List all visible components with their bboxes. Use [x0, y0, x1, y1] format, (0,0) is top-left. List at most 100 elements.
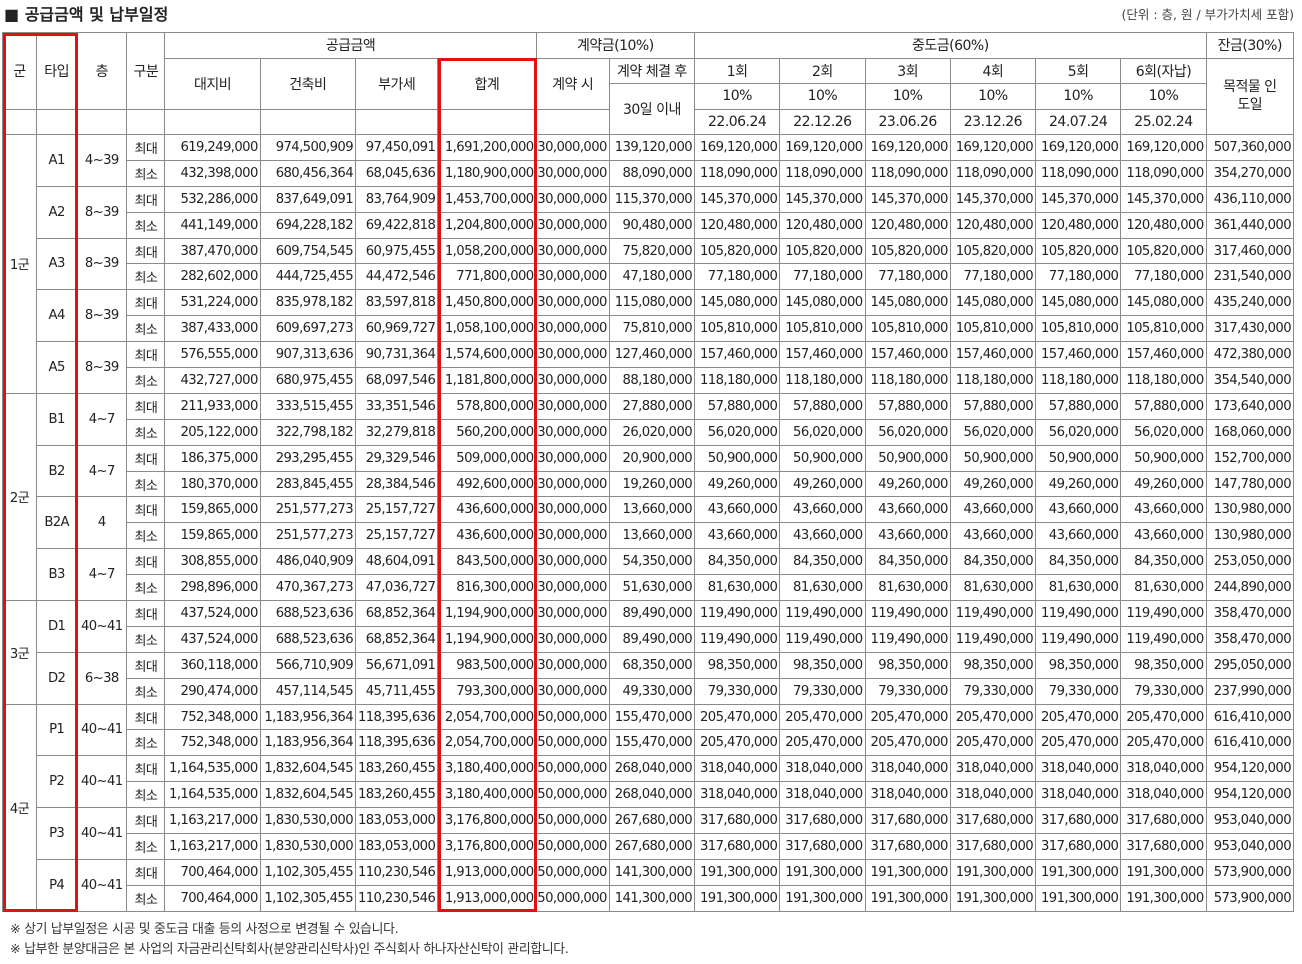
- amount-cell: 486,040,909: [259, 548, 357, 576]
- kind-cell: 최소: [126, 211, 166, 239]
- amount-cell: 88,090,000: [608, 159, 696, 187]
- type-cell: A5: [36, 341, 78, 394]
- floor-cell: 40~41: [76, 703, 128, 757]
- amount-cell: 837,649,091: [259, 185, 357, 213]
- kind-cell: 최대: [126, 600, 166, 627]
- table-row: 최소 441,149,000 694,228,182 69,422,818 1,204,…: [3, 211, 1295, 239]
- amount-cell: 173,640,000: [1205, 392, 1295, 420]
- amount-cell: 1,181,800,000: [437, 367, 537, 394]
- kind-cell: 최대: [126, 703, 166, 731]
- amount-cell: 205,470,000: [1035, 729, 1122, 757]
- amount-cell: 295,050,000: [1205, 651, 1295, 679]
- amount-cell: 88,180,000: [608, 367, 696, 394]
- amount-cell: 1,574,600,000: [437, 341, 537, 369]
- amount-cell: 573,900,000: [1205, 858, 1295, 886]
- amount-cell: 974,500,909: [259, 134, 357, 161]
- amount-cell: 30,000,000: [535, 677, 610, 705]
- amount-cell: 90,480,000: [608, 211, 696, 239]
- table-row: 최소 700,464,000 1,102,305,455 110,230,546 1,9…: [3, 884, 1295, 912]
- amount-cell: 54,350,000: [608, 548, 696, 576]
- amount-cell: 169,120,000: [1120, 134, 1207, 161]
- amount-cell: 358,470,000: [1205, 600, 1295, 627]
- amount-cell: 1,453,700,000: [437, 185, 537, 213]
- amount-cell: 30,000,000: [535, 522, 610, 550]
- amount-cell: 118,090,000: [949, 159, 1037, 187]
- table-row: 최소 298,896,000 470,367,273 47,036,727 816,30…: [3, 574, 1295, 602]
- table-row: 최소 1,163,217,000 1,830,530,000 183,053,000 3…: [3, 833, 1295, 860]
- amount-cell: 19,260,000: [608, 470, 696, 498]
- type-cell: D2: [36, 651, 78, 705]
- table-row: 최소 205,122,000 322,798,182 32,279,818 560,20…: [3, 418, 1295, 446]
- amount-cell: 532,286,000: [164, 185, 261, 213]
- amount-cell: 318,040,000: [779, 755, 866, 783]
- floor-cell: 4~39: [76, 134, 128, 187]
- amount-cell: 191,300,000: [694, 858, 781, 886]
- col-inst-1-pct: 10%: [694, 83, 781, 110]
- table-row: B2 4~7 최대 186,375,000 293,295,455 29,329,546 5…: [3, 444, 1295, 498]
- table-row: 최소 432,727,000 680,975,455 68,097,546 1,181,…: [3, 367, 1295, 394]
- amount-cell: 157,460,000: [694, 341, 781, 369]
- amount-cell: 119,490,000: [779, 625, 866, 653]
- amount-cell: 155,470,000: [608, 703, 696, 731]
- amount-cell: 77,180,000: [779, 263, 866, 291]
- kind-cell: 최대: [126, 858, 166, 886]
- group-cell: 2군: [1, 392, 38, 602]
- amount-cell: 50,900,000: [949, 444, 1037, 472]
- amount-cell: 118,090,000: [779, 159, 866, 187]
- amount-cell: 83,764,909: [355, 185, 439, 213]
- amount-cell: 56,671,091: [355, 651, 439, 679]
- amount-cell: 115,080,000: [608, 289, 696, 317]
- kind-cell: 최소: [126, 677, 166, 705]
- col-inst-6-pct: 10%: [1120, 83, 1207, 110]
- amount-cell: 30,000,000: [535, 341, 610, 369]
- amount-cell: 77,180,000: [1120, 263, 1207, 291]
- amount-cell: 169,120,000: [1035, 134, 1122, 161]
- amount-cell: 205,470,000: [864, 729, 951, 757]
- amount-cell: 47,180,000: [608, 263, 696, 291]
- amount-cell: 119,490,000: [1120, 600, 1207, 627]
- amount-cell: 84,350,000: [949, 548, 1037, 576]
- table-row: A4 8~39 최대 531,224,000 835,978,182 83,597,818…: [3, 289, 1295, 343]
- amount-cell: 84,350,000: [694, 548, 781, 576]
- floor-cell: 4~7: [76, 392, 128, 446]
- amount-cell: 56,020,000: [694, 418, 781, 446]
- amount-cell: 205,470,000: [1120, 703, 1207, 731]
- amount-cell: 119,490,000: [779, 600, 866, 627]
- amount-cell: 68,045,636: [355, 159, 439, 187]
- kind-cell: 최소: [126, 833, 166, 860]
- floor-cell: 4~7: [76, 444, 128, 498]
- amount-cell: 155,470,000: [608, 729, 696, 757]
- amount-cell: 457,114,545: [259, 677, 357, 705]
- amount-cell: 30,000,000: [535, 237, 610, 265]
- amount-cell: 1,102,305,455: [259, 884, 357, 912]
- amount-cell: 118,090,000: [864, 159, 951, 187]
- kind-cell: 최소: [126, 159, 166, 187]
- amount-cell: 68,852,364: [355, 600, 439, 627]
- amount-cell: 130,980,000: [1205, 522, 1295, 550]
- table-row: A2 8~39 최대 532,286,000 837,649,091 83,764,909…: [3, 185, 1295, 239]
- floor-cell: 8~39: [76, 289, 128, 343]
- amount-cell: 43,660,000: [779, 522, 866, 550]
- kind-cell: 최대: [126, 341, 166, 369]
- amount-cell: 56,020,000: [1035, 418, 1122, 446]
- amount-cell: 1,183,956,364: [259, 729, 357, 757]
- col-inst-2: 2회: [779, 57, 866, 84]
- amount-cell: 191,300,000: [864, 858, 951, 886]
- amount-cell: 89,490,000: [608, 625, 696, 653]
- amount-cell: 30,000,000: [535, 625, 610, 653]
- amount-cell: 700,464,000: [164, 884, 261, 912]
- col-land: 대지비: [164, 57, 261, 110]
- amount-cell: 953,040,000: [1205, 833, 1295, 860]
- col-inst-3: 3회: [864, 57, 951, 84]
- amount-cell: 1,180,900,000: [437, 159, 537, 187]
- amount-cell: 1,194,900,000: [437, 600, 537, 627]
- amount-cell: 30,000,000: [535, 315, 610, 343]
- amount-cell: 322,798,182: [259, 418, 357, 446]
- amount-cell: 157,460,000: [1035, 341, 1122, 369]
- amount-cell: 57,880,000: [949, 392, 1037, 420]
- header-spacer: [126, 108, 166, 135]
- amount-cell: 205,470,000: [779, 703, 866, 731]
- amount-cell: 81,630,000: [949, 574, 1037, 602]
- amount-cell: 118,180,000: [1120, 367, 1207, 394]
- col-inst-5-pct: 10%: [1035, 83, 1122, 110]
